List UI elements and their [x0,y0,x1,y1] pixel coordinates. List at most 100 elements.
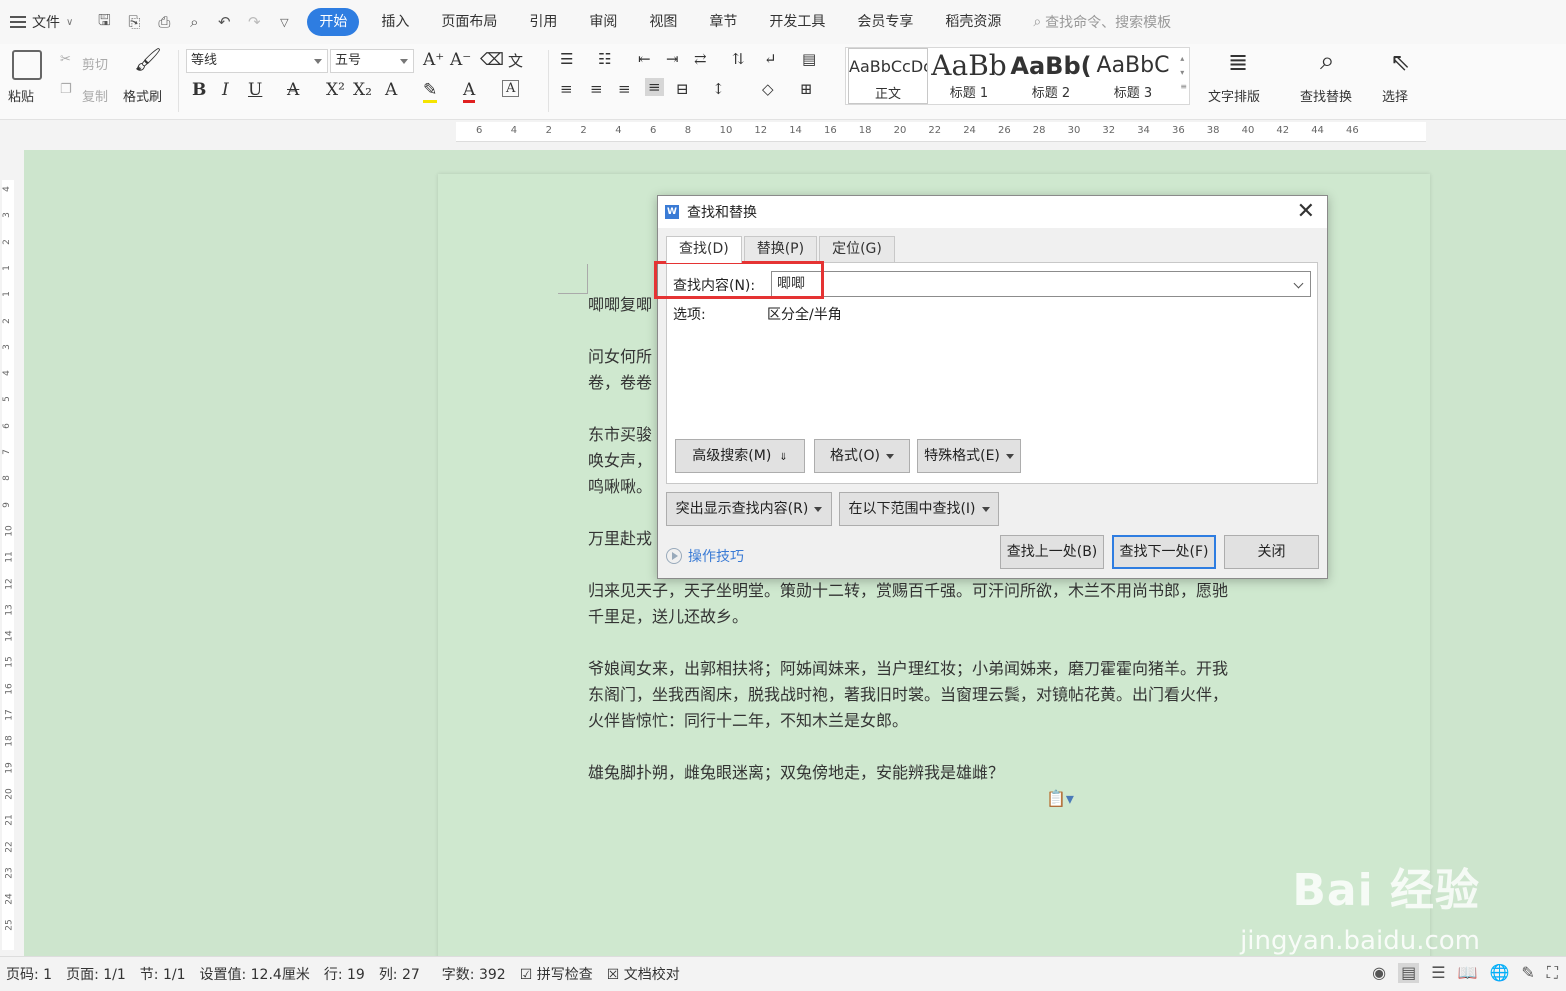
menu-tab-references[interactable]: 引用 [513,8,573,36]
find-content-input[interactable]: 唧唧 [771,271,1311,297]
redo-icon[interactable]: ↷ [245,13,263,31]
decrease-indent-icon[interactable]: ⇤ [638,50,651,68]
style-normal[interactable]: AaBbCcDc 正文 [848,48,928,104]
bullet-list-icon[interactable]: ☰ [560,50,573,68]
page-view-icon[interactable]: ▤ [1398,963,1420,983]
copy-button-label[interactable]: 复制 [82,86,108,105]
close-button[interactable]: 关闭 [1224,535,1319,569]
font-name-select[interactable]: 等线 [186,49,328,73]
web-view-icon[interactable]: 🌐 [1489,963,1509,983]
align-right-icon[interactable]: ≡ [618,80,631,98]
status-section[interactable]: 节: 1/1 [140,964,186,984]
cut-button-label[interactable]: 剪切 [82,54,108,73]
table-of-contents-icon[interactable]: ▤ [802,50,816,68]
subscript-icon[interactable]: X₂ [353,80,372,100]
style-heading-2[interactable]: AaBb( 标题 2 [1010,48,1092,104]
clear-format-icon[interactable]: ⌫ [480,50,504,70]
cut-icon[interactable]: ✂ [60,52,71,67]
command-search[interactable]: ⌕ 查找命令、搜索模板 [1033,12,1171,32]
show-marks-icon[interactable]: ↵ [764,50,777,68]
highlight-icon[interactable]: ✎ [423,80,438,103]
style-heading-3[interactable]: AaBbC 标题 3 [1094,48,1172,104]
write-mode-icon[interactable]: ✎ [1521,963,1534,983]
document-paragraph[interactable]: 爷娘闻女来，出郭相扶将；阿姊闻妹来，当户理红妆；小弟闻姊来，磨刀霍霍向猪羊。开我… [588,656,1288,734]
status-setting[interactable]: 设置值: 12.4厘米 [199,964,309,984]
text-effect-icon[interactable]: A [385,80,397,100]
tab-replace[interactable]: 替换(P) [743,236,818,262]
menu-tab-insert[interactable]: 插入 [365,8,425,36]
tips-link[interactable]: 操作技巧 [666,546,744,566]
sort-icon[interactable]: ⇅ [732,50,745,68]
menu-tab-view[interactable]: 视图 [633,8,693,36]
format-dropdown-button[interactable]: 格式(O) [814,439,910,473]
superscript-icon[interactable]: X² [326,80,345,100]
advanced-search-button[interactable]: 高级搜索(M) ⇓ [675,439,805,473]
tab-goto[interactable]: 定位(G) [819,236,895,262]
grow-font-icon[interactable]: A⁺ [423,50,444,70]
align-center-icon[interactable]: ≡ [590,80,603,98]
find-replace-icon[interactable]: ⌕ [1320,46,1335,77]
shading-icon[interactable]: ◇ [762,80,774,98]
file-menu[interactable]: 文件 ∨ [0,7,83,37]
underline-icon[interactable]: U [248,80,262,100]
font-color-icon[interactable]: A [463,80,476,103]
chinese-layout-icon[interactable]: ⇄ [694,50,707,68]
undo-icon[interactable]: ↶ [215,13,233,31]
shrink-font-icon[interactable]: A⁻ [450,50,471,70]
dialog-title-bar[interactable]: W 查找和替换 ✕ [658,196,1327,228]
status-col[interactable]: 列: 27 [379,964,420,984]
align-justify-icon[interactable]: ≡ [645,78,664,96]
borders-icon[interactable]: ⊞ [800,80,813,98]
menu-tab-developer[interactable]: 开发工具 [753,8,841,36]
increase-indent-icon[interactable]: ⇥ [666,50,679,68]
find-previous-button[interactable]: 查找上一处(B) [1000,535,1104,569]
print-icon[interactable]: ⎙ [155,13,173,31]
format-painter-icon[interactable]: 🖌 [134,48,162,73]
numbered-list-icon[interactable]: ☷ [598,50,611,68]
status-word-count[interactable]: 字数: 392 [442,964,506,984]
eye-protection-icon[interactable]: ◉ [1372,963,1386,983]
copy-icon[interactable]: ❐ [60,82,72,97]
line-spacing-icon[interactable]: ↕ [712,80,725,98]
status-pages[interactable]: 页面: 1/1 [66,964,126,984]
select-label[interactable]: 选择 [1382,86,1408,105]
document-paragraph[interactable]: 归来见天子，天子坐明堂。策勋十二转，赏赐百千强。可汗问所欲，木兰不用尚书郎，愿驰… [588,578,1288,630]
align-left-icon[interactable]: ≡ [560,80,573,98]
print-preview-icon[interactable]: ⌕ [185,13,203,31]
find-in-dropdown-button[interactable]: 在以下范围中查找(I) [839,492,999,526]
select-cursor-icon[interactable]: ⇖ [1390,48,1410,76]
menu-tab-page-layout[interactable]: 页面布局 [425,8,513,36]
fullscreen-icon[interactable]: ⛶ [1547,963,1558,983]
find-replace-label[interactable]: 查找替换 [1300,86,1352,105]
horizontal-ruler[interactable]: 6 4 2 2 4 6 8 10 12 14 16 18 20 22 24 26 28 30 32 34 36 38 40 4… [0,120,1566,150]
paste-options-icon[interactable]: 📋▾ [1046,789,1074,808]
menu-tab-member[interactable]: 会员专享 [841,8,929,36]
style-heading-1[interactable]: AaBb 标题 1 [930,48,1008,104]
doc-proof-toggle[interactable]: ☒ 文档校对 [607,964,680,984]
bold-icon[interactable]: B [192,80,206,100]
format-painter-label[interactable]: 格式刷 [123,86,162,105]
reading-view-icon[interactable]: 📖 [1458,963,1478,983]
highlight-found-dropdown-button[interactable]: 突出显示查找内容(R) [666,492,832,526]
menu-tab-section[interactable]: 章节 [693,8,753,36]
save-icon[interactable]: 🖫 [95,10,113,35]
special-format-dropdown-button[interactable]: 特殊格式(E) [917,439,1021,473]
customize-toolbar-icon[interactable]: ▽ [275,16,293,29]
status-page-number[interactable]: 页码: 1 [6,964,52,984]
text-layout-icon[interactable]: ≣ [1228,48,1248,76]
find-next-button[interactable]: 查找下一处(F) [1112,535,1216,569]
paste-button-label[interactable]: 粘贴 [8,86,34,105]
style-gallery-scroll[interactable]: ▴ ▾ ≡ [1180,52,1187,94]
spell-check-toggle[interactable]: ☑ 拼写检查 [520,964,593,984]
paste-icon[interactable] [12,50,42,80]
format-painter-small-icon[interactable]: ⎘ [125,13,143,31]
font-size-select[interactable]: 五号 [330,49,414,73]
menu-tab-docer[interactable]: 稻壳资源 [929,8,1017,36]
char-border-icon[interactable]: A [502,80,520,97]
phonetic-icon[interactable]: 文 [508,50,523,71]
distributed-icon[interactable]: ⊟ [676,80,689,98]
strikethrough-icon[interactable]: A [287,80,299,100]
menu-tab-home[interactable]: 开始 [307,8,360,36]
outline-view-icon[interactable]: ☰ [1431,963,1445,983]
text-layout-label[interactable]: 文字排版 [1208,86,1260,105]
